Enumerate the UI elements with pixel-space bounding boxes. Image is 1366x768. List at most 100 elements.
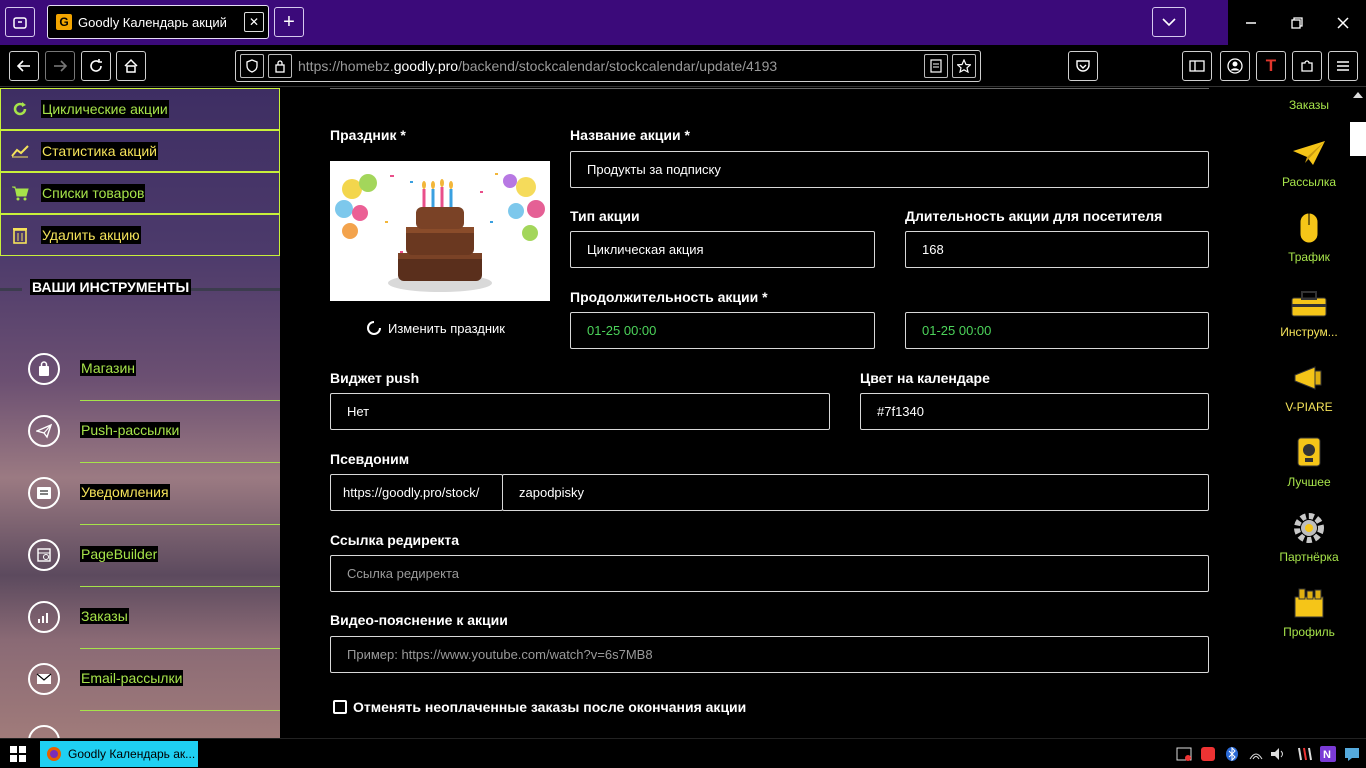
extension-t-icon: T bbox=[1265, 56, 1277, 75]
tool-label: PageBuilder bbox=[80, 546, 159, 562]
video-input[interactable]: Пример: https://www.youtube.com/watch?v=… bbox=[330, 636, 1209, 673]
tray-volume-icon[interactable] bbox=[1268, 744, 1288, 764]
goodly-favicon-icon: G bbox=[56, 14, 72, 30]
action-delete[interactable]: Удалить акцию bbox=[0, 214, 280, 256]
right-item-vpiare[interactable]: V-PIARE bbox=[1252, 358, 1366, 414]
page-scrollbar[interactable] bbox=[1350, 88, 1366, 738]
windows-start-button[interactable] bbox=[10, 746, 26, 767]
taskbar-firefox-app[interactable]: Goodly Календарь ак... bbox=[40, 741, 198, 767]
minimize-button[interactable] bbox=[1228, 0, 1274, 45]
arrow-right-icon bbox=[54, 60, 68, 72]
active-tab[interactable]: G Goodly Календарь акций ✕ bbox=[47, 5, 269, 39]
reader-view-button[interactable] bbox=[924, 54, 948, 78]
tray-notification-icon[interactable] bbox=[1342, 744, 1362, 764]
cancel-orders-checkbox[interactable] bbox=[333, 700, 347, 714]
action-product-lists[interactable]: Списки товаров bbox=[0, 172, 280, 214]
tab-title: Goodly Календарь акций bbox=[78, 14, 227, 30]
restore-button[interactable] bbox=[1274, 0, 1320, 45]
pocket-button[interactable] bbox=[1068, 51, 1098, 81]
back-button[interactable] bbox=[9, 51, 39, 81]
right-panel: Заказы Рассылка Трафик Инструм... V-PIAR… bbox=[1252, 88, 1366, 738]
color-input[interactable]: #7f1340 bbox=[860, 393, 1209, 430]
alias-label: Псевдоним bbox=[330, 451, 410, 467]
type-label: Тип акции bbox=[570, 208, 640, 224]
tray-bluetooth-icon[interactable] bbox=[1222, 744, 1242, 764]
send-icon bbox=[28, 415, 60, 447]
url-bar[interactable]: https://homebz.goodly.pro/backend/stockc… bbox=[235, 50, 981, 82]
tray-adobe-icon[interactable] bbox=[1198, 744, 1218, 764]
paper-plane-icon bbox=[1289, 133, 1329, 173]
close-icon bbox=[1337, 16, 1349, 29]
alias-input[interactable]: zapodpisky bbox=[502, 474, 1209, 511]
duration-visitor-label: Длительность акции для посетителя bbox=[905, 208, 1163, 224]
trash-icon bbox=[11, 226, 29, 244]
tool-push[interactable]: Push-рассылки bbox=[0, 401, 280, 463]
tray-wifi-icon[interactable] bbox=[1246, 744, 1266, 764]
main-content: Праздник * Изменить праздник Название ак… bbox=[280, 88, 1350, 738]
list-all-tabs-button[interactable] bbox=[1152, 7, 1186, 37]
duration-visitor-input[interactable]: 168 bbox=[905, 231, 1209, 268]
period-end-input[interactable]: 01-25 00:00 bbox=[905, 312, 1209, 349]
trophy-icon bbox=[1289, 433, 1329, 473]
scrollbar-thumb[interactable] bbox=[1350, 122, 1366, 156]
reload-icon bbox=[90, 59, 102, 72]
tool-label: Email-рассылки bbox=[80, 670, 184, 686]
tray-icon-1[interactable] bbox=[1174, 744, 1194, 764]
action-label: Списки товаров bbox=[41, 184, 146, 202]
right-item-tools[interactable]: Инструм... bbox=[1252, 283, 1366, 339]
color-label: Цвет на календаре bbox=[860, 370, 990, 386]
bookmark-star-button[interactable] bbox=[952, 54, 976, 78]
sidebar-toggle-button[interactable] bbox=[1182, 51, 1212, 81]
left-sidebar: Циклические акции Статистика акций Списк… bbox=[0, 88, 280, 738]
right-item-mailing[interactable]: Рассылка bbox=[1252, 133, 1366, 189]
tool-shop[interactable]: Магазин bbox=[0, 339, 280, 401]
period-label: Продолжительность акции * bbox=[570, 289, 768, 305]
restore-icon bbox=[1291, 16, 1303, 29]
extension-t-button[interactable]: T bbox=[1256, 51, 1286, 81]
tray-n-icon[interactable]: N bbox=[1318, 744, 1338, 764]
tool-notifications[interactable]: Уведомления bbox=[0, 463, 280, 525]
url-text: https://homebz.goodly.pro/backend/stockc… bbox=[298, 58, 778, 74]
action-cyclic[interactable]: Циклические акции bbox=[0, 88, 280, 130]
right-item-traffic[interactable]: Трафик bbox=[1252, 208, 1366, 264]
bag-icon bbox=[28, 353, 60, 385]
firefox-icon bbox=[47, 747, 61, 761]
right-item-partner[interactable]: Партнёрка bbox=[1252, 508, 1366, 564]
tool-pagebuilder[interactable]: PageBuilder bbox=[0, 525, 280, 587]
right-item-orders[interactable]: Заказы bbox=[1252, 96, 1366, 112]
redirect-input[interactable]: Ссылка редиректа bbox=[330, 555, 1209, 592]
right-item-profile[interactable]: Профиль bbox=[1252, 583, 1366, 639]
tool-label: Уведомления bbox=[80, 484, 170, 500]
extensions-button[interactable] bbox=[1292, 51, 1322, 81]
tool-email[interactable]: Email-рассылки bbox=[0, 649, 280, 711]
tray-app-icon[interactable] bbox=[1294, 744, 1314, 764]
tab-close-button[interactable]: ✕ bbox=[244, 12, 264, 32]
right-item-label: Партнёрка bbox=[1279, 550, 1339, 564]
cancel-orders-label[interactable]: Отменять неоплаченные заказы после оконч… bbox=[353, 699, 746, 715]
action-label: Удалить акцию bbox=[41, 226, 141, 244]
tracking-shield-icon[interactable] bbox=[240, 54, 264, 78]
right-item-best[interactable]: Лучшее bbox=[1252, 433, 1366, 489]
period-start-input[interactable]: 01-25 00:00 bbox=[570, 312, 875, 349]
close-window-button[interactable] bbox=[1320, 0, 1366, 45]
spinner-icon bbox=[367, 321, 381, 335]
mouse-icon bbox=[1289, 208, 1329, 248]
tab-list-button[interactable] bbox=[5, 7, 35, 37]
tools-heading-text: ВАШИ ИНСТРУМЕНТЫ bbox=[30, 279, 192, 295]
lock-icon[interactable] bbox=[268, 54, 292, 78]
action-label: Циклические акции bbox=[41, 100, 169, 118]
widget-select[interactable]: Нет bbox=[330, 393, 830, 430]
forward-button[interactable] bbox=[45, 51, 75, 81]
tool-orders[interactable]: Заказы bbox=[0, 587, 280, 649]
name-input[interactable]: Продукты за подписку bbox=[570, 151, 1209, 188]
change-holiday-button[interactable]: Изменить праздник bbox=[366, 320, 505, 336]
reload-button[interactable] bbox=[81, 51, 111, 81]
right-item-label: Рассылка bbox=[1281, 175, 1337, 189]
type-select[interactable]: Циклическая акция bbox=[570, 231, 875, 268]
account-button[interactable] bbox=[1220, 51, 1250, 81]
new-tab-button[interactable]: + bbox=[274, 7, 304, 37]
action-statistics[interactable]: Статистика акций bbox=[0, 130, 280, 172]
action-label: Статистика акций bbox=[41, 142, 158, 160]
menu-button[interactable] bbox=[1328, 51, 1358, 81]
home-button[interactable] bbox=[116, 51, 146, 81]
